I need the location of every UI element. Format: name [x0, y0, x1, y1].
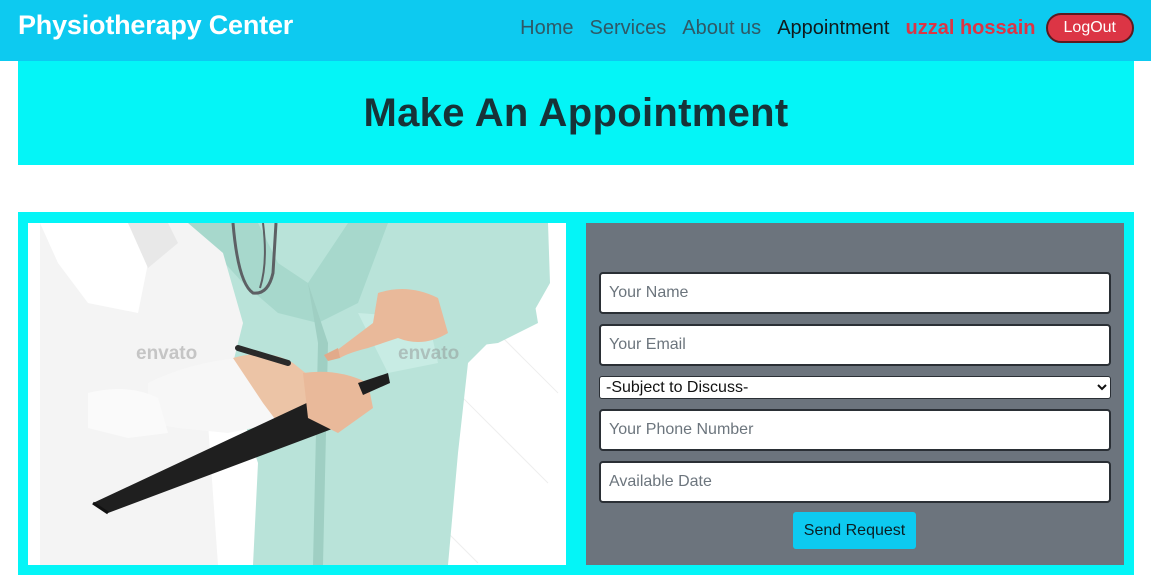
navbar: Physiotherapy Center Home Services About…	[0, 0, 1151, 61]
user-name: uzzal hossain	[905, 16, 1036, 39]
email-input[interactable]	[599, 324, 1111, 366]
title-banner: Make An Appointment	[18, 61, 1134, 165]
logout-button[interactable]: LogOut	[1045, 13, 1134, 43]
nav-link-home[interactable]: Home	[520, 17, 573, 40]
appointment-form: -Subject to Discuss- Send Request	[586, 223, 1124, 565]
appointment-section: envato envato -Subject to Discuss- Send …	[18, 212, 1134, 575]
watermark-envato-2: envato	[398, 343, 460, 364]
nav-link-about[interactable]: About us	[682, 17, 761, 40]
date-input[interactable]	[599, 461, 1111, 503]
brand-title[interactable]: Physiotherapy Center	[18, 10, 293, 41]
name-input[interactable]	[599, 272, 1111, 314]
doctors-illustration	[28, 223, 566, 565]
nav-link-appointment[interactable]: Appointment	[777, 17, 889, 40]
subject-select[interactable]: -Subject to Discuss-	[599, 376, 1111, 399]
nav-links: Home Services About us Appointment uzzal…	[504, 13, 1134, 43]
page-title: Make An Appointment	[363, 90, 789, 135]
watermark-envato-1: envato	[136, 343, 198, 364]
phone-input[interactable]	[599, 409, 1111, 451]
send-request-button[interactable]: Send Request	[793, 512, 916, 549]
doctors-photo: envato envato	[28, 223, 566, 565]
nav-link-services[interactable]: Services	[590, 17, 667, 40]
